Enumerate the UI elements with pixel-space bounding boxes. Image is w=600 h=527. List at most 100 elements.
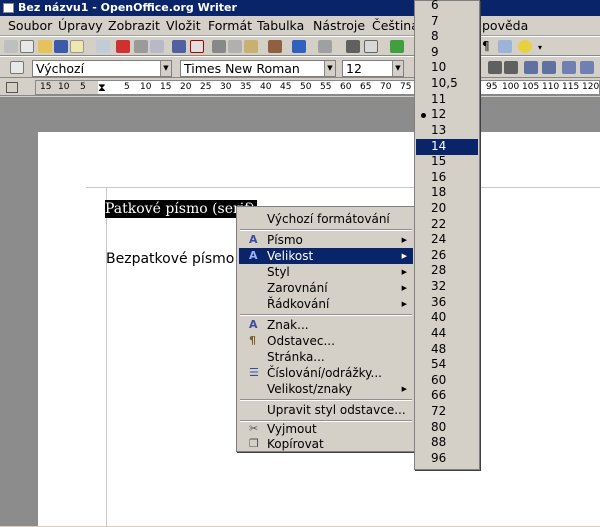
- ruler-number: 40: [260, 82, 272, 92]
- font-size-combo[interactable]: 12 ▼: [342, 60, 404, 77]
- size-option[interactable]: 11: [416, 92, 478, 108]
- edit-file-icon[interactable]: [96, 40, 110, 53]
- size-option[interactable]: 10: [416, 60, 478, 76]
- menu-upravy[interactable]: Úpravy: [58, 18, 103, 33]
- justify-icon[interactable]: [504, 61, 518, 74]
- menu-item-character[interactable]: A Znak...: [239, 317, 413, 333]
- export-pdf-icon[interactable]: [116, 40, 130, 53]
- menu-tabulka[interactable]: Tabulka: [257, 18, 304, 33]
- show-draw-functions-icon[interactable]: [390, 40, 404, 53]
- zoom-icon[interactable]: [498, 40, 512, 53]
- size-option-label: 15: [431, 154, 447, 168]
- page-preview-icon[interactable]: [150, 40, 164, 53]
- menu-napoveda[interactable]: pověda: [482, 18, 529, 33]
- menu-nastroje[interactable]: Nástroje: [313, 18, 365, 33]
- horizontal-ruler[interactable]: 15 10 5 ⧗ 5 10 15 20 25 30 35 40 45 50 5…: [35, 80, 600, 95]
- text-boundary: [106, 187, 107, 527]
- size-option[interactable]: 10,5: [416, 76, 478, 92]
- size-option[interactable]: 24: [416, 232, 478, 248]
- increase-indent-icon[interactable]: [580, 61, 594, 74]
- size-option[interactable]: 40: [416, 310, 478, 326]
- size-option[interactable]: 15: [416, 154, 478, 170]
- table-icon[interactable]: [364, 40, 378, 53]
- chevron-down-icon[interactable]: ▼: [160, 61, 171, 76]
- copy-icon[interactable]: [228, 40, 242, 53]
- size-option[interactable]: 18: [416, 185, 478, 201]
- font-name-combo[interactable]: Times New Roman ▼: [180, 60, 336, 77]
- align-right-icon[interactable]: [488, 61, 502, 74]
- size-option[interactable]: 36: [416, 295, 478, 311]
- menu-cestina[interactable]: Čeština: [372, 18, 419, 33]
- chevron-down-icon[interactable]: ▼: [392, 61, 403, 76]
- print-icon[interactable]: [134, 40, 148, 53]
- selected-text-serif[interactable]: Patkové písmo (serif): [105, 200, 257, 218]
- size-option[interactable]: 54: [416, 357, 478, 373]
- menu-format[interactable]: Formát: [208, 18, 252, 33]
- size-option[interactable]: 60: [416, 373, 478, 389]
- menu-item-cut[interactable]: ✂ Vyjmout: [239, 421, 413, 437]
- format-paintbrush-icon[interactable]: [268, 40, 282, 53]
- size-option-highlighted[interactable]: 14: [416, 139, 478, 155]
- chevron-down-icon[interactable]: ▼: [324, 61, 335, 76]
- menu-item-line-spacing[interactable]: Řádkování ▶: [239, 296, 413, 312]
- size-option[interactable]: 80: [416, 420, 478, 436]
- size-option[interactable]: 28: [416, 263, 478, 279]
- help-icon[interactable]: [518, 40, 532, 53]
- size-option[interactable]: 48: [416, 342, 478, 358]
- size-option[interactable]: 16: [416, 170, 478, 186]
- email-icon[interactable]: [70, 40, 84, 53]
- size-option[interactable]: 26: [416, 248, 478, 264]
- menu-item-edit-paragraph-style[interactable]: Upravit styl odstavce...: [239, 402, 413, 418]
- undo-icon[interactable]: [292, 40, 306, 53]
- bullets-icon[interactable]: [542, 61, 556, 74]
- menu-item-copy[interactable]: ❐ Kopírovat: [239, 436, 413, 452]
- size-option[interactable]: 8: [416, 29, 478, 45]
- menu-item-paragraph[interactable]: ¶ Odstavec...: [239, 333, 413, 349]
- size-option[interactable]: 32: [416, 279, 478, 295]
- numbering-icon[interactable]: [524, 61, 538, 74]
- menu-item-default-formatting[interactable]: Výchozí formátování: [239, 211, 413, 227]
- open-folder-icon[interactable]: [38, 40, 52, 53]
- decrease-indent-icon[interactable]: [562, 61, 576, 74]
- menu-item-font[interactable]: A Písmo ▶: [239, 232, 413, 248]
- spellcheck-icon[interactable]: [172, 40, 186, 53]
- paragraph-style-value: Výchozí: [36, 61, 85, 76]
- menu-soubor[interactable]: Soubor: [8, 18, 52, 33]
- cut-icon[interactable]: [212, 40, 226, 53]
- size-option[interactable]: 88: [416, 435, 478, 451]
- paste-icon[interactable]: [244, 40, 258, 53]
- text-sans-serif[interactable]: Bezpatkové písmo: [106, 250, 234, 268]
- ruler-number: 10: [58, 82, 70, 92]
- navigator-icon[interactable]: [346, 40, 360, 53]
- toolbar-handle-icon[interactable]: [4, 40, 18, 53]
- styles-window-icon[interactable]: [10, 61, 24, 74]
- size-option[interactable]: 7: [416, 14, 478, 30]
- size-option[interactable]: 66: [416, 388, 478, 404]
- menu-item-case[interactable]: Velikost/znaky ▶: [239, 381, 413, 397]
- menu-item-bullets[interactable]: ☰ Číslování/odrážky...: [239, 365, 413, 381]
- size-option[interactable]: 96: [416, 451, 478, 467]
- size-option[interactable]: 44: [416, 326, 478, 342]
- size-option[interactable]: 13: [416, 123, 478, 139]
- size-option[interactable]: 72: [416, 404, 478, 420]
- redo-icon[interactable]: [318, 40, 332, 53]
- size-option[interactable]: 22: [416, 217, 478, 233]
- menu-item-size[interactable]: A Velikost ▶: [239, 248, 413, 264]
- save-icon[interactable]: [54, 40, 68, 53]
- size-option[interactable]: 6: [416, 0, 478, 14]
- menu-vlozit[interactable]: Vložit: [166, 18, 201, 33]
- menu-item-alignment[interactable]: Zarovnání ▶: [239, 280, 413, 296]
- menu-zobrazit[interactable]: Zobrazit: [108, 18, 160, 33]
- menu-item-style[interactable]: Styl ▶: [239, 264, 413, 280]
- size-option[interactable]: 9: [416, 45, 478, 61]
- size-option[interactable]: 20: [416, 201, 478, 217]
- toolbar-more-icon[interactable]: ▾: [538, 40, 552, 53]
- paragraph-style-combo[interactable]: Výchozí ▼: [32, 60, 172, 77]
- new-document-icon[interactable]: [20, 40, 34, 53]
- autospellcheck-icon[interactable]: [190, 40, 204, 53]
- menu-item-page[interactable]: Stránka...: [239, 349, 413, 365]
- size-option-checked[interactable]: 12: [416, 107, 478, 123]
- indent-marker-icon[interactable]: ⧗: [98, 81, 106, 94]
- tab-type-icon[interactable]: [6, 82, 18, 93]
- pilcrow-icon[interactable]: ¶: [482, 40, 496, 53]
